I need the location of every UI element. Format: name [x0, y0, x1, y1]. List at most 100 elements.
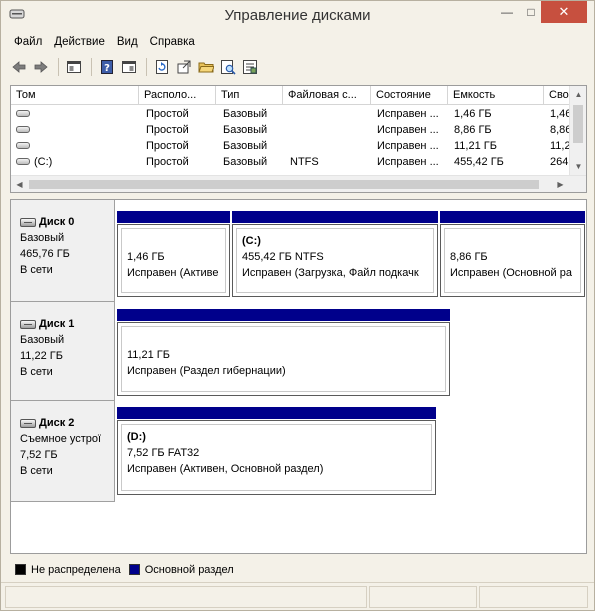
close-button[interactable]: ✕	[541, 1, 587, 23]
primary-partition-bar	[117, 407, 436, 419]
menu-bar: Файл Действие Вид Справка	[9, 34, 202, 52]
menu-view[interactable]: Вид	[112, 34, 143, 52]
properties-panel-button[interactable]	[64, 57, 84, 77]
partition-volume: (C:)	[242, 235, 261, 247]
export-icon	[177, 60, 191, 74]
partition-body: (D:) 7,52 ГБ FAT32 Исправен (Активен, Ос…	[117, 420, 436, 495]
disk-map: Диск 0 Базовый 465,76 ГБ В сети ​ 1,46 Г…	[10, 199, 587, 554]
scroll-left-icon[interactable]: ◀	[11, 176, 28, 192]
partition-content: ​ 11,21 ГБ Исправен (Раздел гибернации)	[121, 326, 446, 392]
refresh-icon	[156, 60, 168, 74]
free-cell: 8,86	[550, 124, 570, 136]
type-cell: Базовый	[223, 124, 268, 136]
table-row[interactable]: Простой Базовый Исправен ... 8,86 ГБ 8,8…	[11, 122, 586, 138]
partition[interactable]: (D:) 7,52 ГБ FAT32 Исправен (Активен, Ос…	[117, 407, 436, 495]
settings-list-icon	[243, 60, 257, 74]
minimize-icon: —	[501, 5, 513, 19]
volume-icon	[16, 141, 30, 149]
disk-2-size: 7,52 ГБ	[20, 449, 58, 461]
capacity-cell: 1,46 ГБ	[454, 108, 492, 120]
forward-arrow-icon	[34, 61, 48, 73]
status-bar-section	[479, 586, 588, 608]
scroll-thumb[interactable]	[29, 180, 539, 189]
partition-status: Исправен (Активен, Основной раздел)	[127, 463, 324, 475]
open-folder-button[interactable]	[196, 57, 216, 77]
disk-0-info[interactable]: Диск 0 Базовый 465,76 ГБ В сети	[11, 200, 115, 302]
settings-list-button[interactable]	[240, 57, 260, 77]
maximize-icon: □	[527, 5, 535, 19]
partition-size: 8,86 ГБ	[450, 251, 488, 263]
column-header-free[interactable]: Сво	[544, 86, 570, 105]
column-header-capacity[interactable]: Емкость	[448, 86, 544, 105]
type-cell: Базовый	[223, 108, 268, 120]
back-button[interactable]	[9, 57, 29, 77]
toolbar-separator	[58, 58, 59, 76]
scroll-up-icon[interactable]: ▲	[570, 86, 586, 103]
close-icon: ✕	[558, 4, 570, 19]
filesystem-cell: NTFS	[290, 156, 319, 168]
disk-name-text: Диск 2	[39, 417, 75, 429]
legend-swatch-primary	[128, 564, 140, 575]
table-row[interactable]: Простой Базовый Исправен ... 11,21 ГБ 11…	[11, 138, 586, 154]
partition-content: (D:) 7,52 ГБ FAT32 Исправен (Активен, Ос…	[121, 424, 432, 491]
help-button[interactable]: ?	[97, 57, 117, 77]
capacity-cell: 8,86 ГБ	[454, 124, 492, 136]
toolbar-separator	[146, 58, 147, 76]
partition[interactable]: ​ 1,46 ГБ Исправен (Активе	[117, 211, 230, 297]
scroll-down-icon[interactable]: ▼	[570, 158, 586, 175]
status-bar	[1, 582, 594, 610]
partition[interactable]: ​ 11,21 ГБ Исправен (Раздел гибернации)	[117, 309, 450, 396]
primary-partition-bar	[117, 211, 230, 223]
partition-status: Исправен (Активе	[127, 267, 219, 279]
scroll-right-icon[interactable]: ▶	[552, 176, 569, 192]
volume-cell	[11, 122, 139, 138]
disk-2-type: Съемное устрої	[20, 433, 102, 445]
filesystem-cell	[285, 106, 371, 122]
scroll-thumb[interactable]	[573, 105, 583, 143]
table-row[interactable]: (C:) Простой Базовый NTFS Исправен ... 4…	[11, 154, 586, 170]
partition-content: ​ 8,86 ГБ Исправен (Основной ра	[444, 228, 581, 293]
search-disk-button[interactable]	[218, 57, 238, 77]
column-header-volume[interactable]: Том	[11, 86, 139, 105]
disk-2-info[interactable]: Диск 2 Съемное устрої 7,52 ГБ В сети	[11, 401, 115, 502]
title-bar: Управление дисками — □ ✕	[1, 1, 594, 31]
partition[interactable]: ​ 8,86 ГБ Исправен (Основной ра	[440, 211, 585, 297]
disk-0-type: Базовый	[20, 232, 65, 244]
vertical-scrollbar[interactable]: ▲ ▼	[569, 86, 586, 175]
free-cell: 264,	[550, 156, 570, 168]
column-header-filesystem[interactable]: Файловая с...	[283, 86, 371, 105]
partition-content: ​ 1,46 ГБ Исправен (Активе	[121, 228, 226, 293]
menu-file[interactable]: Файл	[9, 34, 47, 52]
disk-name-text: Диск 1	[39, 318, 75, 330]
volume-name: (C:)	[34, 156, 53, 168]
export-button[interactable]	[174, 57, 194, 77]
menu-action[interactable]: Действие	[49, 34, 110, 52]
status-cell: Исправен ...	[377, 140, 439, 152]
column-header-status[interactable]: Состояние	[371, 86, 448, 105]
status-bar-section	[369, 586, 477, 608]
filesystem-cell	[285, 138, 371, 154]
table-row[interactable]: Простой Базовый Исправен ... 1,46 ГБ 1,4…	[11, 106, 586, 122]
details-panel-button[interactable]	[119, 57, 139, 77]
column-header-layout[interactable]: Располо...	[139, 86, 216, 105]
volume-icon	[16, 109, 30, 117]
legend-label-primary: Основной раздел	[144, 563, 234, 576]
refresh-button[interactable]	[152, 57, 172, 77]
horizontal-scrollbar[interactable]: ◀ ▶	[11, 175, 586, 192]
forward-button[interactable]	[31, 57, 51, 77]
volume-icon	[16, 157, 30, 165]
partition-status: Исправен (Раздел гибернации)	[127, 365, 286, 377]
partition[interactable]: (C:) 455,42 ГБ NTFS Исправен (Загрузка, …	[232, 211, 438, 297]
help-icon: ?	[101, 60, 113, 74]
disk-management-window: Управление дисками — □ ✕ Файл Действие В…	[0, 0, 595, 611]
menu-help[interactable]: Справка	[145, 34, 200, 52]
disk-1-info[interactable]: Диск 1 Базовый 11,22 ГБ В сети	[11, 302, 115, 401]
partition-size: 455,42 ГБ NTFS	[242, 251, 324, 263]
volume-cell	[11, 106, 139, 122]
filesystem-cell	[285, 122, 371, 138]
back-arrow-icon	[12, 61, 26, 73]
partition-volume: ​	[127, 331, 445, 347]
partition-body: (C:) 455,42 ГБ NTFS Исправен (Загрузка, …	[232, 224, 438, 297]
removable-disk-icon	[20, 418, 36, 428]
column-header-type[interactable]: Тип	[216, 86, 283, 105]
